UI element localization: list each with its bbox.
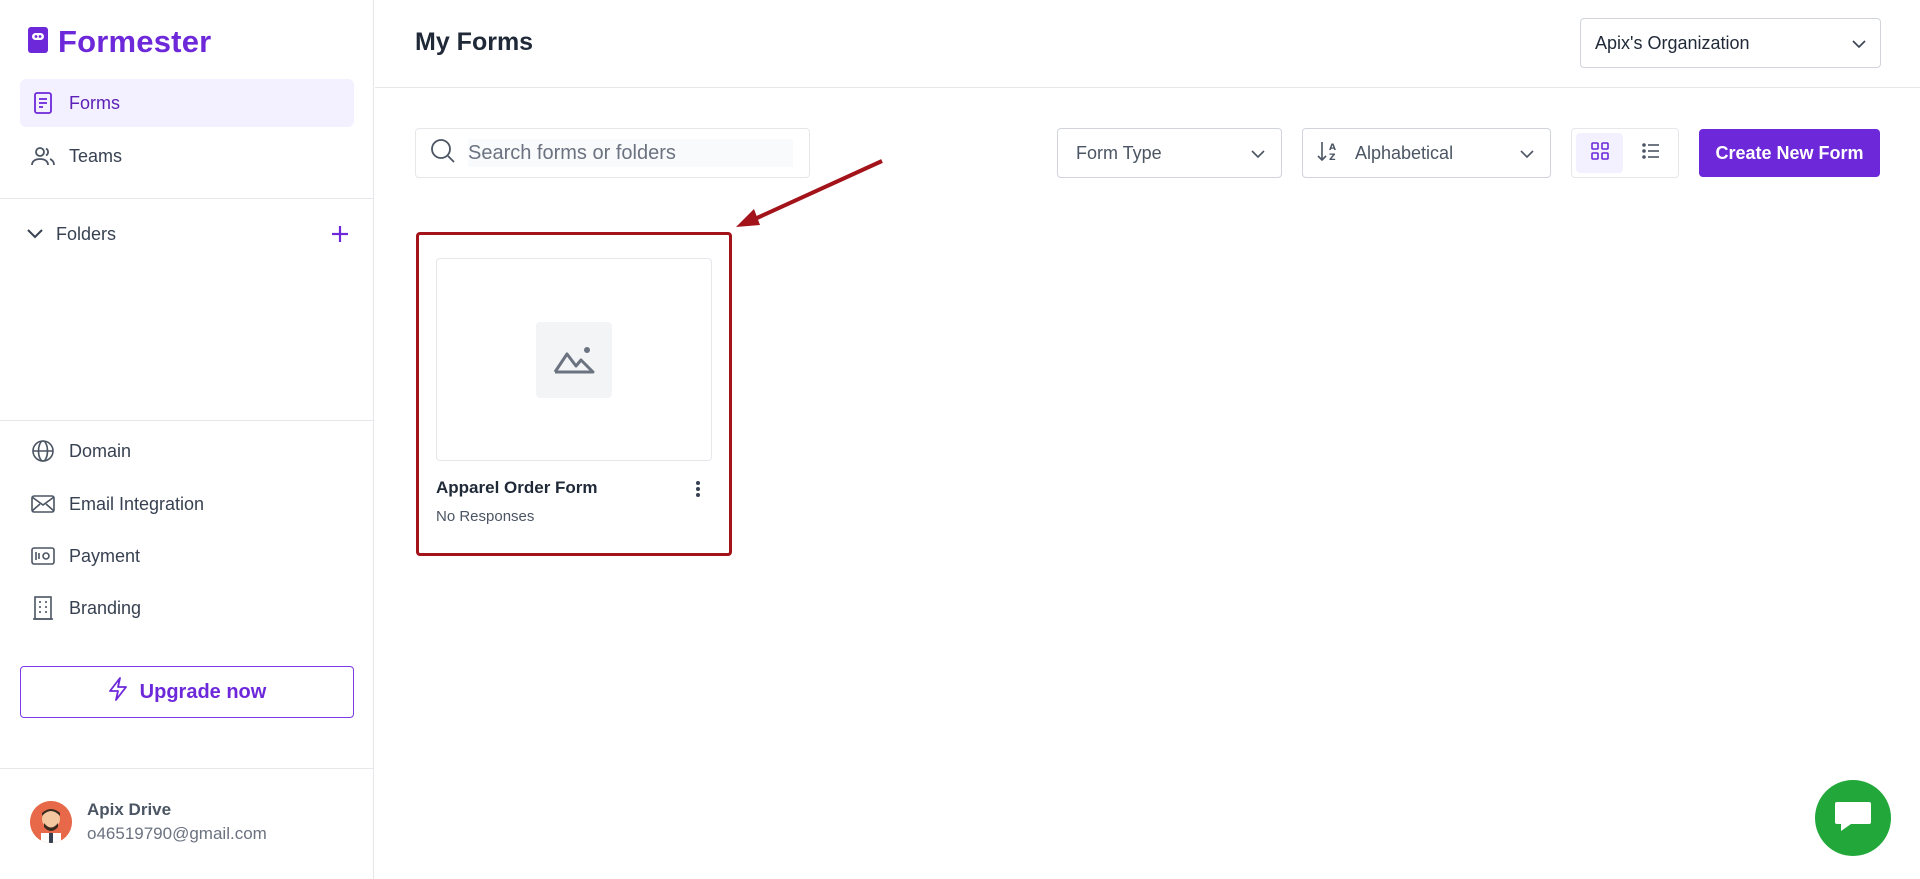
grid-icon — [1590, 141, 1609, 165]
list-view-button[interactable] — [1627, 133, 1674, 173]
image-placeholder-icon — [536, 321, 612, 398]
chat-widget-button[interactable] — [1815, 780, 1891, 856]
user-profile[interactable]: Apix Drive o46519790@gmail.com — [30, 800, 267, 844]
form-title: Apparel Order Form — [436, 478, 598, 497]
user-email: o46519790@gmail.com — [87, 824, 267, 843]
avatar — [30, 801, 72, 843]
add-folder-button[interactable] — [326, 220, 354, 248]
sidebar-item-label: Teams — [69, 145, 123, 166]
divider — [0, 198, 374, 199]
sidebar-item-label: Payment — [69, 545, 141, 566]
chevron-down-icon[interactable] — [24, 223, 46, 245]
chevron-down-icon — [1251, 143, 1265, 164]
list-icon — [1641, 142, 1660, 164]
folders-section: Folders — [24, 218, 354, 250]
form-type-select[interactable]: Form Type — [1057, 128, 1282, 178]
form-card[interactable]: Apparel Order Form No Responses — [436, 258, 712, 538]
sort-select[interactable]: AZ Alphabetical — [1302, 128, 1551, 178]
sidebar-item-label: Forms — [69, 92, 120, 113]
form-document-icon — [31, 91, 55, 115]
organization-name: Apix's Organization — [1595, 32, 1750, 53]
page-title: My Forms — [415, 28, 534, 56]
annotation-arrow-icon — [736, 159, 883, 227]
sort-label: Alphabetical — [1355, 142, 1454, 163]
view-toggle — [1571, 128, 1679, 178]
upgrade-button[interactable]: Upgrade now — [20, 666, 354, 718]
sidebar-item-branding[interactable]: Branding — [20, 584, 354, 632]
chat-icon — [1833, 799, 1873, 838]
sidebar-item-domain[interactable]: Domain — [20, 427, 354, 475]
form-thumbnail — [436, 258, 712, 461]
chevron-down-icon — [1852, 33, 1866, 54]
globe-icon — [31, 439, 55, 463]
brand-name: Formester — [58, 24, 212, 59]
folders-label: Folders — [56, 223, 117, 244]
payment-card-icon — [31, 544, 55, 568]
sidebar-item-payment[interactable]: Payment — [20, 532, 354, 580]
brand-logo[interactable]: Formester — [28, 24, 211, 60]
sort-alpha-icon: AZ — [1317, 140, 1341, 167]
sidebar-item-teams[interactable]: Teams — [20, 132, 354, 180]
formester-logo-icon — [28, 26, 48, 58]
divider — [0, 768, 374, 769]
more-options-icon[interactable] — [686, 476, 710, 502]
divider — [0, 420, 374, 421]
sidebar-item-label: Domain — [69, 440, 132, 461]
search-icon — [430, 138, 456, 169]
svg-text:Z: Z — [1329, 153, 1336, 162]
sidebar-item-forms[interactable]: Forms — [20, 79, 354, 127]
user-name: Apix Drive — [87, 800, 172, 819]
svg-text:A: A — [1329, 143, 1336, 153]
lightning-icon — [108, 677, 128, 707]
grid-view-button[interactable] — [1576, 133, 1623, 173]
mail-icon — [31, 492, 55, 516]
page-header: My Forms Apix's Organization — [375, 0, 1920, 88]
form-type-label: Form Type — [1076, 142, 1162, 163]
sidebar-item-label: Email Integration — [69, 493, 205, 514]
sidebar-item-email-integration[interactable]: Email Integration — [20, 480, 354, 528]
create-new-form-button[interactable]: Create New Form — [1699, 129, 1880, 177]
organization-select[interactable]: Apix's Organization — [1580, 18, 1881, 68]
sidebar: Formester Forms Teams Folders Domain Ema… — [0, 0, 374, 879]
form-responses: No Responses — [436, 508, 535, 525]
chevron-down-icon — [1520, 143, 1534, 164]
upgrade-label: Upgrade now — [139, 680, 267, 703]
building-icon — [31, 596, 55, 620]
sidebar-item-label: Branding — [69, 597, 142, 618]
users-icon — [31, 144, 55, 168]
